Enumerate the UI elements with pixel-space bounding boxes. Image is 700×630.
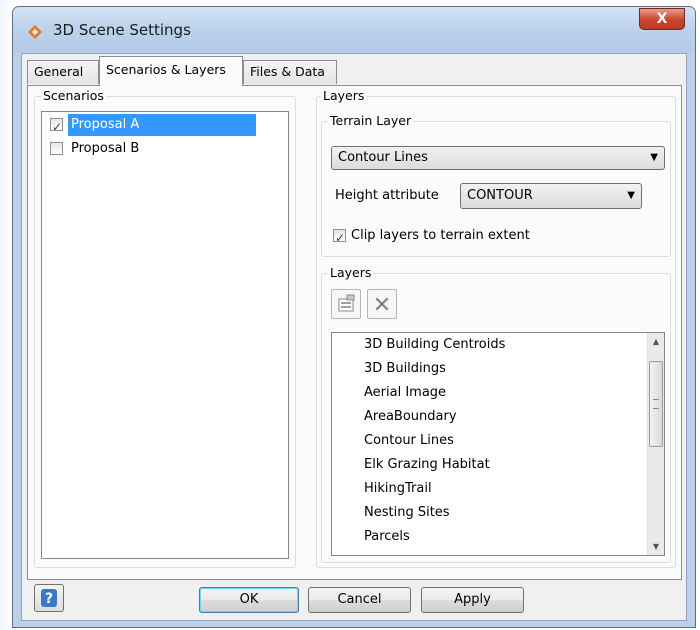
- height-attribute-label: Height attribute: [335, 188, 439, 203]
- ok-button[interactable]: OK: [199, 587, 299, 613]
- list-item[interactable]: 3D Buildings: [364, 357, 446, 381]
- grip-icon: [653, 399, 659, 409]
- layers-scrollbar[interactable]: ▲ ▼: [647, 333, 664, 555]
- checkmark-icon: ✓: [335, 231, 346, 245]
- scenario-label: Proposal A: [68, 114, 256, 136]
- tab-scenarios-layers[interactable]: Scenarios & Layers: [99, 56, 243, 86]
- layer-properties-icon: [338, 294, 355, 312]
- terrain-layer-group: Terrain Layer Contour Lines ▼ Height att…: [321, 113, 671, 257]
- list-item[interactable]: Elk Grazing Habitat: [364, 453, 490, 477]
- apply-button[interactable]: Apply: [421, 587, 524, 613]
- list-item[interactable]: Nesting Sites: [364, 501, 450, 525]
- scenarios-group: Scenarios ✓ Proposal A Proposal B: [34, 88, 296, 568]
- clip-layers-checkbox[interactable]: ✓: [333, 229, 346, 245]
- dialog-client: General Scenarios & Layers Files & Data …: [21, 53, 687, 621]
- cancel-button[interactable]: Cancel: [308, 587, 411, 613]
- close-button[interactable]: X: [639, 8, 685, 30]
- tab-panel: Scenarios ✓ Proposal A Proposal B Layers: [27, 85, 682, 580]
- terrain-heading: Terrain Layer: [328, 113, 414, 129]
- window-title: 3D Scene Settings: [53, 21, 191, 39]
- chevron-down-icon: ▼: [650, 152, 658, 163]
- layers-outer-group: Layers Terrain Layer Contour Lines ▼ Hei…: [316, 88, 676, 568]
- list-item[interactable]: Parcels: [364, 525, 410, 549]
- clip-layers-option[interactable]: ✓ Clip layers to terrain extent: [329, 225, 589, 247]
- dialog-window: 3D Scene Settings X General Scenarios & …: [12, 6, 696, 628]
- app-icon: [27, 24, 43, 40]
- remove-layer-button[interactable]: [367, 289, 397, 319]
- desktop-edge: [0, 0, 12, 630]
- scenarios-heading: Scenarios: [41, 88, 106, 104]
- scenarios-list[interactable]: ✓ Proposal A Proposal B: [41, 111, 289, 559]
- list-item[interactable]: 3D Building Centroids: [364, 333, 505, 357]
- layer-properties-button[interactable]: [331, 289, 361, 319]
- help-question-icon: ?: [41, 589, 57, 607]
- layers-heading: Layers: [328, 265, 374, 281]
- scenario-label: Proposal B: [71, 141, 140, 156]
- list-item[interactable]: AreaBoundary: [364, 405, 457, 429]
- tab-files-data[interactable]: Files & Data: [243, 60, 337, 84]
- help-button[interactable]: ?: [34, 584, 64, 612]
- layers-list[interactable]: 3D Building Centroids 3D Buildings Aeria…: [331, 332, 665, 556]
- layers-panel-heading: Layers: [321, 88, 367, 104]
- list-item-proposal-b[interactable]: Proposal B: [46, 138, 256, 160]
- list-item[interactable]: Contour Lines: [364, 429, 454, 453]
- remove-x-icon: [375, 297, 389, 311]
- title-bar[interactable]: 3D Scene Settings X: [13, 7, 695, 53]
- scroll-up-icon[interactable]: ▲: [648, 333, 664, 350]
- list-item[interactable]: HikingTrail: [364, 477, 432, 501]
- height-attribute-select[interactable]: CONTOUR ▼: [460, 183, 642, 209]
- scroll-thumb[interactable]: [649, 361, 663, 447]
- help-glyph: ?: [45, 591, 53, 607]
- proposal-a-checkbox[interactable]: ✓: [50, 118, 63, 134]
- checkmark-icon: ✓: [52, 120, 63, 134]
- list-item-proposal-a[interactable]: ✓ Proposal A: [46, 114, 256, 136]
- list-item[interactable]: Aerial Image: [364, 381, 446, 405]
- terrain-layer-select[interactable]: Contour Lines ▼: [331, 146, 665, 170]
- height-attribute-value: CONTOUR: [467, 188, 533, 203]
- scroll-down-icon[interactable]: ▼: [648, 538, 664, 555]
- chevron-down-icon: ▼: [627, 190, 635, 201]
- clip-layers-label: Clip layers to terrain extent: [351, 228, 530, 243]
- tab-general[interactable]: General: [27, 60, 99, 84]
- layers-group: Layers 3D Building Centroids 3D Building…: [321, 265, 671, 563]
- proposal-b-checkbox[interactable]: [50, 142, 63, 155]
- terrain-layer-value: Contour Lines: [338, 150, 428, 165]
